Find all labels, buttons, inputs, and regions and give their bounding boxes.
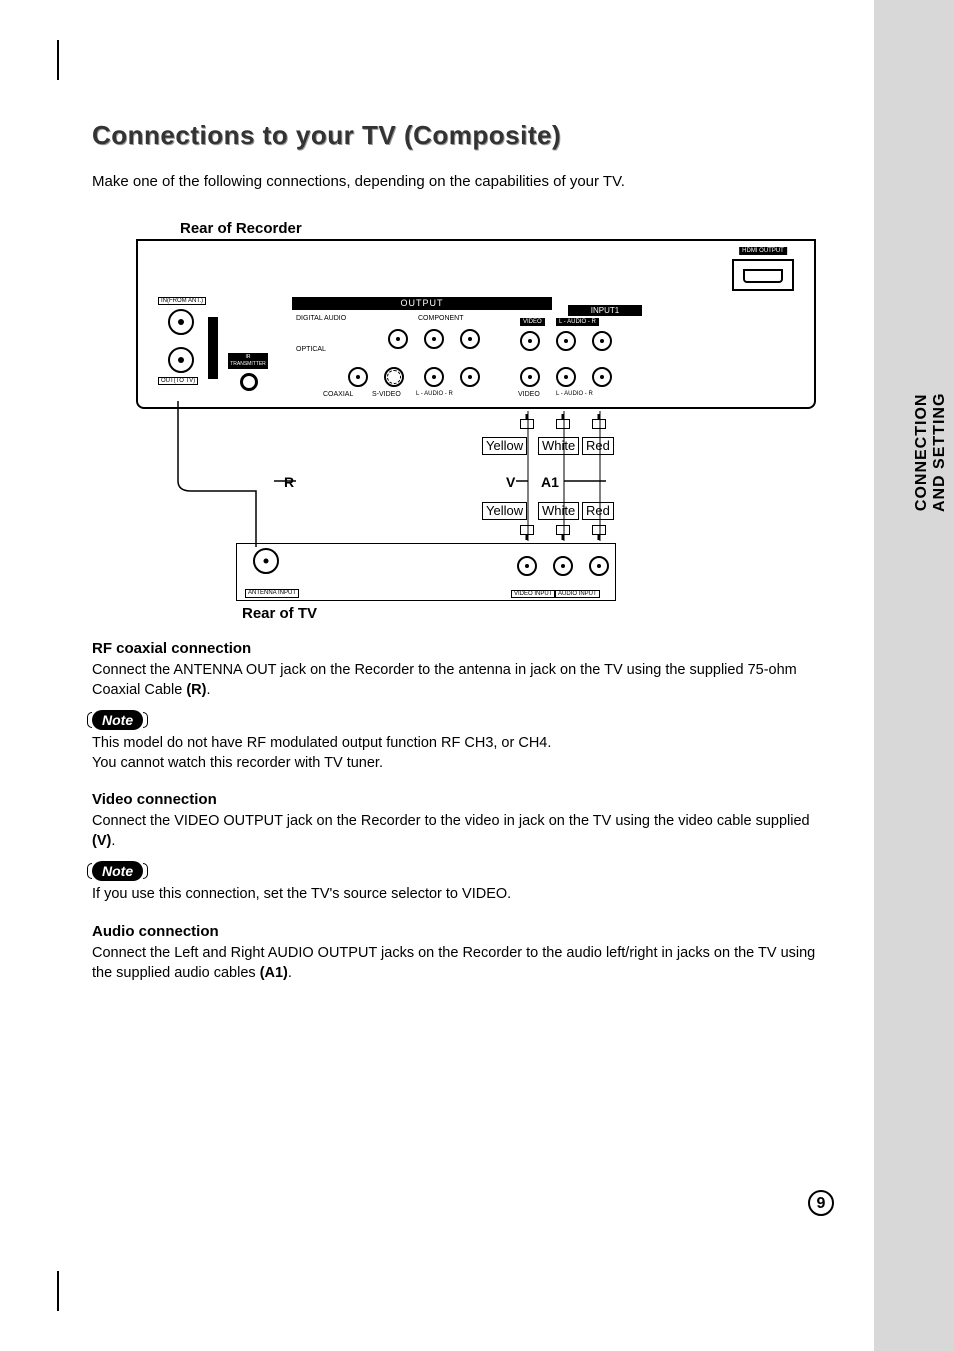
- jack-coaxial: [348, 367, 368, 387]
- video-body-pre: Connect the VIDEO OUTPUT jack on the Rec…: [92, 813, 810, 829]
- video-body-bold: (V): [92, 833, 111, 849]
- tv-antenna-input-label: ANTENNA INPUT: [245, 589, 299, 598]
- component-label: COMPONENT: [418, 315, 464, 322]
- rf-section: RF coaxial connection Connect the ANTENN…: [92, 640, 817, 773]
- side-tab-line2: AND SETTING: [930, 393, 948, 512]
- laudio-r-label-in: L - AUDIO - R: [556, 318, 599, 326]
- video-heading: Video connection: [92, 791, 817, 808]
- tv-audio-r-jack: [589, 556, 609, 576]
- jack-audio-r-out2: [592, 367, 612, 387]
- tv-audio-l-jack: [553, 556, 573, 576]
- antenna-out-jack-icon: [168, 347, 194, 373]
- jack-audio-l-out2: [556, 367, 576, 387]
- page: CONNECTION AND SETTING Connections to yo…: [0, 0, 954, 1351]
- cable-white-bottom: White: [538, 502, 579, 520]
- plug-icon: [520, 419, 534, 429]
- video-label-out: VIDEO: [518, 391, 540, 398]
- page-number: 9: [808, 1190, 834, 1216]
- jack-audio-l-out: [424, 367, 444, 387]
- jack-audio-l-in: [556, 331, 576, 351]
- output-label: OUTPUT: [292, 297, 552, 310]
- rf-body-bold: (R): [186, 682, 206, 698]
- ir-jack-icon: [240, 373, 258, 391]
- audio-body-bold: (A1): [260, 965, 288, 981]
- video-body: Connect the VIDEO OUTPUT jack on the Rec…: [92, 812, 817, 851]
- tv-antenna-jack-icon: [253, 548, 279, 574]
- route-r-label: R: [284, 474, 294, 490]
- video-note-line1: If you use this connection, set the TV's…: [92, 885, 817, 905]
- route-a1-label: A1: [541, 474, 559, 490]
- svideo-label: S-VIDEO: [372, 391, 401, 398]
- plug-icon: [592, 525, 606, 535]
- route-v-label: V: [506, 474, 515, 490]
- laudio-r-label-1: L - AUDIO - R: [416, 391, 453, 397]
- plug-icon: [520, 525, 534, 535]
- cable-red-top: Red: [582, 437, 614, 455]
- note-badge: Note: [92, 710, 143, 730]
- video-section: Video connection Connect the VIDEO OUTPU…: [92, 791, 817, 905]
- rf-note-line2: You cannot watch this recorder with TV t…: [92, 754, 817, 774]
- content-area: Connections to your TV (Composite) Make …: [92, 120, 817, 983]
- crop-mark: [57, 1271, 59, 1311]
- jack-component-y: [388, 329, 408, 349]
- plug-icon: [556, 525, 570, 535]
- connection-diagram: HDMI OUTPUT OUTPUT INPUT1 DIGITAL AUDIO …: [136, 241, 816, 601]
- tv-rear-panel: ANTENNA INPUT VIDEO INPUT AUDIO INPUT: [236, 543, 616, 601]
- tv-video-input-label: VIDEO INPUT: [511, 590, 555, 598]
- note-badge: Note: [92, 861, 143, 881]
- hdmi-output: HDMI OUTPUT: [732, 259, 794, 291]
- tv-video-in-jack: [517, 556, 537, 576]
- jack-svideo: [384, 367, 404, 387]
- plug-icon: [592, 419, 606, 429]
- audio-section: Audio connection Connect the Left and Ri…: [92, 923, 817, 983]
- ir-transmitter-label: IR TRANSMITTER: [228, 353, 268, 369]
- coaxial-label: COAXIAL: [323, 391, 353, 398]
- cable-red-bottom: Red: [582, 502, 614, 520]
- diagram-caption-bottom: Rear of TV: [242, 605, 817, 622]
- out-to-tv-label: OUT(TO TV): [158, 377, 198, 385]
- video-label-in: VIDEO: [520, 318, 545, 326]
- side-tab-text: CONNECTION AND SETTING: [912, 393, 947, 512]
- jack-audio-r-out: [460, 367, 480, 387]
- digital-audio-label: DIGITAL AUDIO: [296, 315, 346, 322]
- recorder-rear-panel: HDMI OUTPUT OUTPUT INPUT1 DIGITAL AUDIO …: [136, 241, 816, 409]
- side-tab-line1: CONNECTION: [912, 394, 929, 512]
- tv-audio-input-label: AUDIO INPUT: [555, 590, 600, 598]
- side-tab: CONNECTION AND SETTING: [874, 0, 954, 1351]
- audio-body-pre: Connect the Left and Right AUDIO OUTPUT …: [92, 945, 815, 981]
- jack-video-in: [520, 331, 540, 351]
- rf-body: Connect the ANTENNA OUT jack on the Reco…: [92, 661, 817, 700]
- in-from-ant-label: IN(FROM ANT.): [158, 297, 206, 305]
- tv-antenna-block: [249, 548, 283, 582]
- hdmi-label: HDMI OUTPUT: [739, 247, 787, 255]
- rf-body-post: .: [206, 682, 210, 698]
- optical-label: OPTICAL: [296, 346, 326, 353]
- audio-body: Connect the Left and Right AUDIO OUTPUT …: [92, 944, 817, 983]
- audio-heading: Audio connection: [92, 923, 817, 940]
- antenna-in-jack-icon: [168, 309, 194, 335]
- jack-audio-r-in: [592, 331, 612, 351]
- input1-label: INPUT1: [568, 305, 642, 316]
- jack-component-pb: [424, 329, 444, 349]
- cable-white-top: White: [538, 437, 579, 455]
- intro-text: Make one of the following connections, d…: [92, 173, 817, 190]
- page-title: Connections to your TV (Composite): [92, 120, 817, 151]
- audio-body-post: .: [288, 965, 292, 981]
- video-body-post: .: [111, 833, 115, 849]
- hdmi-port-icon: [743, 269, 783, 283]
- jack-component-pr: [460, 329, 480, 349]
- jack-video-out: [520, 367, 540, 387]
- plug-icon: [556, 419, 570, 429]
- antenna-block: IN(FROM ANT.) IR TRANSMITTER OUT(TO TV): [150, 297, 270, 401]
- crop-mark: [57, 40, 59, 80]
- laudio-r-label-out: L - AUDIO - R: [556, 391, 593, 397]
- rf-heading: RF coaxial connection: [92, 640, 817, 657]
- diagram-section: Rear of Recorder HDMI OUTPUT OUTPUT INPU…: [92, 220, 817, 622]
- diagram-caption-top: Rear of Recorder: [180, 220, 817, 237]
- rf-note-line1: This model do not have RF modulated outp…: [92, 734, 817, 754]
- antenna-vertical-label: [208, 317, 218, 379]
- cable-yellow-top: Yellow: [482, 437, 527, 455]
- cable-yellow-bottom: Yellow: [482, 502, 527, 520]
